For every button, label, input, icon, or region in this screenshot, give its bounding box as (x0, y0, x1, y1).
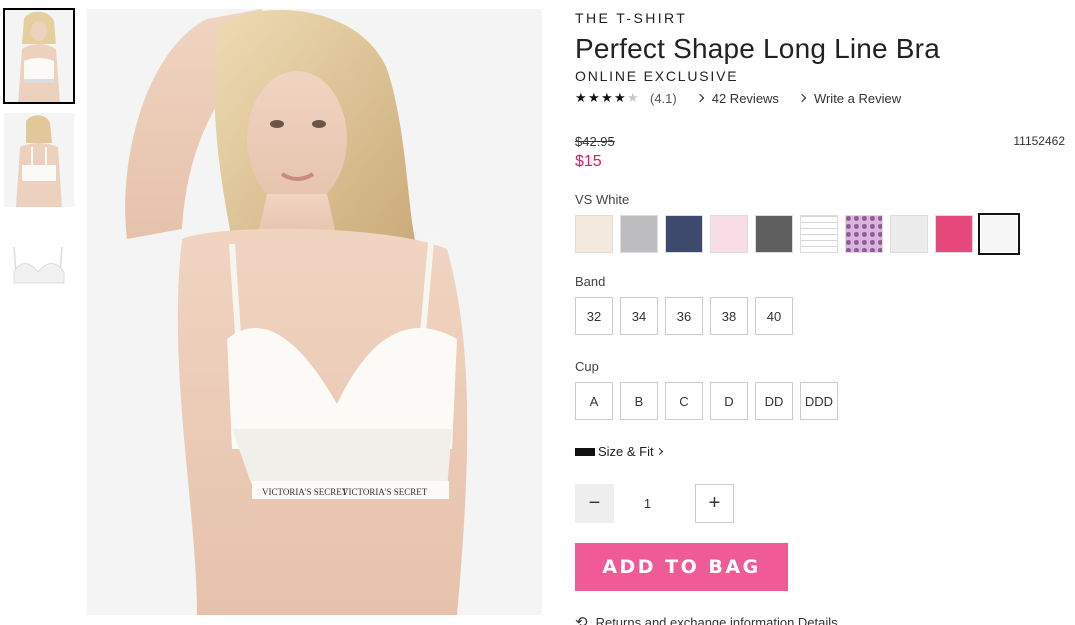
reviews-link-label: 42 Reviews (711, 90, 779, 106)
band-logo-text: VICTORIA'S SECRET (262, 487, 348, 497)
chevron-right-icon (797, 93, 807, 103)
quantity-increase-button[interactable]: + (695, 484, 734, 523)
main-product-image[interactable]: VICTORIA'S SECRET VICTORIA'S SECRET (87, 9, 542, 615)
online-exclusive-badge: ONLINE EXCLUSIVE (575, 68, 739, 84)
bra-product-thumbnail-image (4, 217, 74, 311)
swatch-charcoal[interactable] (755, 215, 793, 253)
swatch-vs-white[interactable] (978, 213, 1020, 255)
thumbnail-back-view[interactable] (4, 113, 74, 207)
star-icon: ★ (614, 90, 626, 106)
band-option[interactable]: 40 (755, 297, 793, 335)
cup-label: Cup (575, 359, 599, 374)
swatch-hot-pink[interactable] (935, 215, 973, 253)
original-price: $42.95 (575, 134, 615, 149)
cup-option[interactable]: DDD (800, 382, 838, 420)
chevron-right-icon (695, 93, 704, 103)
cup-option[interactable]: DD (755, 382, 793, 420)
swatch-light-grey[interactable] (890, 215, 928, 253)
return-arrows-icon: ⟲ (575, 613, 588, 625)
ruler-icon (575, 447, 595, 456)
svg-text:VICTORIA'S SECRET: VICTORIA'S SECRET (342, 487, 428, 497)
swatch-purple-leopard[interactable] (845, 215, 883, 253)
thumbnail-product-only[interactable] (4, 217, 74, 311)
quantity-stepper: − 1 + (575, 484, 1067, 523)
band-option[interactable]: 38 (710, 297, 748, 335)
cup-option[interactable]: A (575, 382, 613, 420)
returns-info[interactable]: ⟲ Returns and exchange information.Detai… (575, 613, 1067, 625)
chevron-right-icon (655, 447, 663, 456)
thumbnail-gallery (3, 8, 75, 321)
star-icon: ★ (588, 90, 600, 106)
size-fit-label: Size & Fit (598, 444, 654, 459)
add-to-bag-button[interactable]: ADD TO BAG (575, 543, 788, 591)
rating-value: (4.1) (650, 90, 677, 106)
size-and-fit-link[interactable]: Size & Fit (575, 444, 1067, 459)
write-review-link[interactable]: Write a Review (797, 90, 902, 106)
write-review-label: Write a Review (813, 90, 902, 106)
model-back-thumbnail-image (4, 113, 74, 207)
cup-size-options: A B C D DD DDD (575, 382, 1067, 420)
product-info-panel: THE T-SHIRT Perfect Shape Long Line Bra … (575, 9, 1067, 625)
returns-text: Returns and exchange information.Details (595, 614, 838, 625)
star-icon: ★ (575, 90, 587, 106)
star-empty-icon: ★ (627, 90, 639, 106)
collection-name: THE T-SHIRT (575, 10, 688, 26)
quantity-value[interactable]: 1 (628, 496, 667, 511)
star-icon: ★ (601, 90, 613, 106)
swatch-navy[interactable] (665, 215, 703, 253)
sale-price: $15 (575, 153, 602, 170)
swatch-heather-grey[interactable] (620, 215, 658, 253)
thumbnail-front-view[interactable] (3, 8, 75, 104)
band-option[interactable]: 32 (575, 297, 613, 335)
reviews-link[interactable]: 42 Reviews (695, 90, 779, 106)
swatch-pink-logo[interactable] (710, 215, 748, 253)
band-option[interactable]: 36 (665, 297, 703, 335)
cup-option[interactable]: B (620, 382, 658, 420)
product-sku: 11152462 (1013, 134, 1065, 148)
model-photo: VICTORIA'S SECRET VICTORIA'S SECRET (87, 9, 542, 615)
swatch-champagne[interactable] (575, 215, 613, 253)
rating-stars: ★ ★ ★ ★ ★ (575, 91, 640, 106)
price-row: $42.95 $15 11152462 (575, 134, 1067, 174)
model-front-thumbnail-image (4, 9, 74, 103)
band-option[interactable]: 34 (620, 297, 658, 335)
swatch-logo-print[interactable] (800, 215, 838, 253)
color-swatches (575, 213, 1067, 255)
cup-option[interactable]: D (710, 382, 748, 420)
cup-option[interactable]: C (665, 382, 703, 420)
rating-row: ★ ★ ★ ★ ★ (4.1) 42 Reviews Write a Revie… (575, 90, 1067, 106)
band-size-options: 32 34 36 38 40 (575, 297, 1067, 335)
selected-color-label: VS White (575, 192, 630, 207)
band-label: Band (575, 274, 606, 289)
quantity-decrease-button[interactable]: − (575, 484, 614, 523)
product-title: Perfect Shape Long Line Bra (575, 33, 940, 64)
